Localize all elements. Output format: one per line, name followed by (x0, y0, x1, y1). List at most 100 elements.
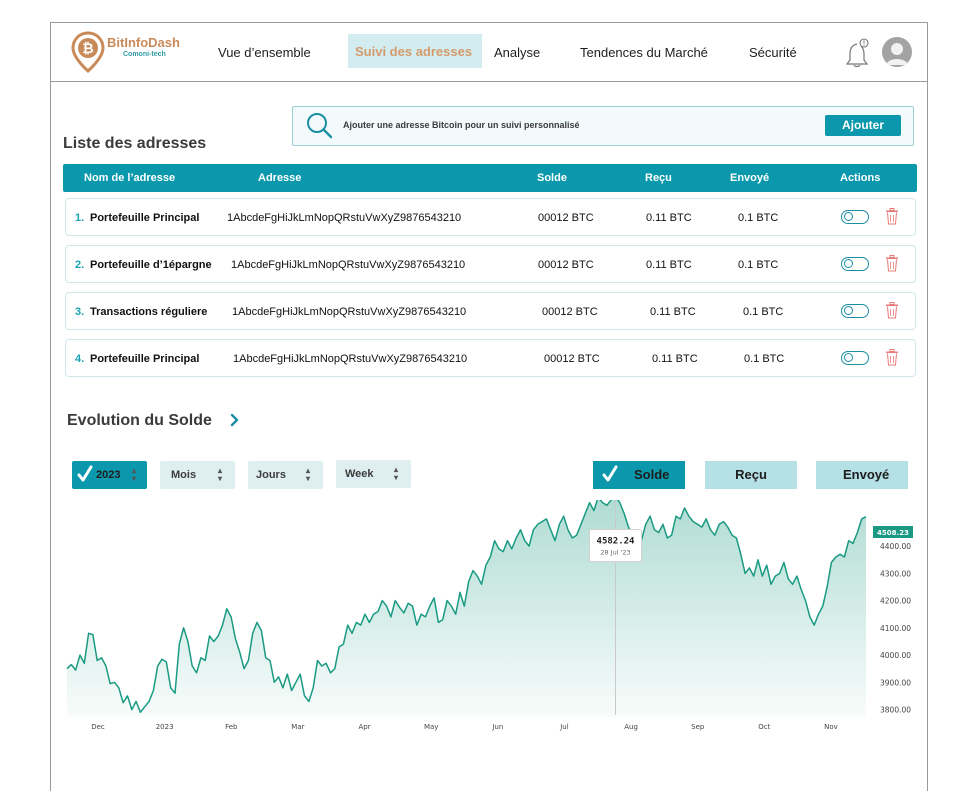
x-tick-label: Mar (291, 723, 304, 731)
y-tick-label: 4100.00 (880, 624, 911, 633)
current-value: 4508.23 (877, 529, 909, 537)
dropdown-arrows-icon: ▴ ▾ (394, 465, 399, 482)
nav-item-address-tracking[interactable]: Suivi des adresses (348, 34, 482, 68)
toggle-knob (844, 212, 853, 221)
x-tick-label: Jul (559, 723, 569, 731)
row-address: 1AbcdeFgHiJkLmNopQRstuVwXyZ9876543210 (231, 259, 466, 271)
x-tick-label: Sep (691, 723, 705, 731)
brand-name: BitInfoDash (107, 35, 180, 50)
row-name: Portefeuille Principal (90, 212, 200, 224)
row-balance: 00012 BTC (542, 306, 598, 318)
segment-received[interactable]: Reçu (705, 461, 797, 489)
table-row[interactable]: 2. Portefeuille d’1épargne 1AbcdeFgHiJkL… (65, 245, 916, 283)
brand-tagline: Comoni-tech (123, 51, 166, 58)
tooltip-value: 4582.24 (597, 537, 636, 547)
table-row[interactable]: 1. Portefeuille Principal 1AbcdeFgHiJkLm… (65, 198, 916, 236)
trash-icon[interactable] (885, 208, 899, 225)
row-balance: 00012 BTC (538, 212, 594, 224)
y-tick-label: 4200.00 (880, 597, 911, 606)
y-tick-label: 4300.00 (880, 569, 911, 578)
row-sent: 0.1 BTC (743, 306, 784, 318)
tracking-toggle[interactable] (841, 304, 869, 318)
table-row[interactable]: 3. Transactions réguliere 1AbcdeFgHiJkLm… (65, 292, 916, 330)
year-select[interactable]: 2023 ▴ ▾ (72, 461, 147, 489)
x-tick-label: Aug (624, 723, 638, 731)
row-index: 3. (75, 306, 85, 318)
x-tick-label: Nov (824, 723, 838, 731)
trash-icon[interactable] (885, 255, 899, 272)
column-header-name[interactable]: Nom de l’adresse (84, 172, 175, 184)
row-received: 0.11 BTC (650, 306, 696, 318)
segment-received-label: Reçu (735, 467, 767, 482)
brand-logo[interactable]: ₿ BitInfoDash Comoni-tech (71, 31, 180, 73)
chevron-right-icon[interactable] (230, 413, 240, 427)
tracking-toggle[interactable] (841, 210, 869, 224)
add-address-button[interactable]: Ajouter (825, 115, 901, 136)
row-index: 4. (75, 353, 85, 365)
row-address: 1AbcdeFgHiJkLmNopQRstuVwXyZ9876543210 (227, 212, 462, 224)
segment-balance[interactable]: Solde (593, 461, 685, 489)
week-select[interactable]: Week ▴ ▾ (336, 460, 411, 488)
table-row[interactable]: 4. Portefeuille Principal 1AbcdeFgHiJkLm… (65, 339, 916, 377)
toggle-knob (844, 306, 853, 315)
day-select[interactable]: Jours ▴ ▾ (248, 461, 323, 489)
y-tick-label: 4000.00 (880, 651, 911, 660)
row-address: 1AbcdeFgHiJkLmNopQRstuVwXyZ9876543210 (233, 353, 468, 365)
user-avatar-icon[interactable] (882, 37, 912, 67)
check-icon (77, 465, 93, 482)
row-index: 2. (75, 259, 85, 271)
row-received: 0.11 BTC (646, 212, 692, 224)
tracking-toggle[interactable] (841, 257, 869, 271)
nav-item-analysis[interactable]: Analyse (494, 45, 540, 60)
segment-sent[interactable]: Envoyé (816, 461, 908, 489)
column-header-sent[interactable]: Envoyé (730, 172, 769, 184)
x-tick-label: May (424, 723, 438, 731)
address-list-title: Liste des adresses (63, 135, 207, 152)
svg-text:₿: ₿ (82, 41, 93, 57)
search-icon (307, 113, 333, 139)
add-address-placeholder[interactable]: Ajouter une adresse Bitcoin pour un suiv… (343, 120, 580, 130)
month-select-value: Mois (171, 469, 197, 481)
segment-balance-label: Solde (634, 467, 670, 482)
tracking-toggle[interactable] (841, 351, 869, 365)
add-address-bar[interactable]: Ajouter une adresse Bitcoin pour un suiv… (292, 106, 914, 146)
current-value-badge: 4508.23 (873, 526, 913, 538)
row-received: 0.11 BTC (652, 353, 698, 365)
column-header-received[interactable]: Reçu (645, 172, 672, 184)
day-select-value: Jours (256, 469, 286, 481)
y-tick-label: 3800.00 (880, 706, 911, 715)
column-header-balance[interactable]: Solde (537, 172, 567, 184)
row-name: Portefeuille d’1épargne (90, 259, 212, 271)
bitcoin-location-pin-icon: ₿ (71, 31, 105, 73)
row-sent: 0.1 BTC (744, 353, 785, 365)
tooltip-date: 28 Jul '23 (600, 549, 630, 557)
avatar-silhouette (886, 43, 908, 65)
row-sent: 0.1 BTC (738, 212, 779, 224)
month-select[interactable]: Mois ▴ ▾ (160, 461, 235, 489)
balance-area (67, 500, 866, 717)
nav-item-market-trends[interactable]: Tendences du Marché (580, 45, 708, 60)
x-tick-label: Oct (758, 723, 770, 731)
row-name: Transactions réguliere (90, 306, 208, 318)
nav-item-overview[interactable]: Vue d’ensemble (218, 45, 311, 60)
toggle-knob (844, 259, 853, 268)
nav-item-security[interactable]: Sécurité (749, 45, 797, 60)
dropdown-arrows-icon: ▴ ▾ (306, 466, 311, 483)
dropdown-arrows-icon: ▴ ▾ (218, 466, 223, 483)
year-select-value: 2023 (96, 469, 121, 481)
top-navbar: ₿ BitInfoDash Comoni-tech Vue d’ensemble… (51, 23, 927, 82)
trash-icon[interactable] (885, 302, 899, 319)
check-icon (602, 465, 618, 482)
bell-alert-icon[interactable] (846, 38, 872, 68)
x-tick-label: Feb (225, 723, 238, 731)
trash-icon[interactable] (885, 349, 899, 366)
balance-evolution-chart[interactable]: 4400.00 4300.00 4200.00 4100.00 4000.00 3900.… (0, 500, 962, 740)
x-tick-label: Jun (491, 723, 503, 731)
segment-sent-label: Envoyé (843, 467, 890, 482)
row-address: 1AbcdeFgHiJkLmNopQRstuVwXyZ9876543210 (232, 306, 467, 318)
row-name: Portefeuille Principal (90, 353, 200, 365)
column-header-actions: Actions (840, 172, 881, 184)
y-tick-label: 3900.00 (880, 678, 911, 687)
column-header-address[interactable]: Adresse (258, 172, 301, 184)
y-tick-label: 4400.00 (880, 542, 911, 551)
